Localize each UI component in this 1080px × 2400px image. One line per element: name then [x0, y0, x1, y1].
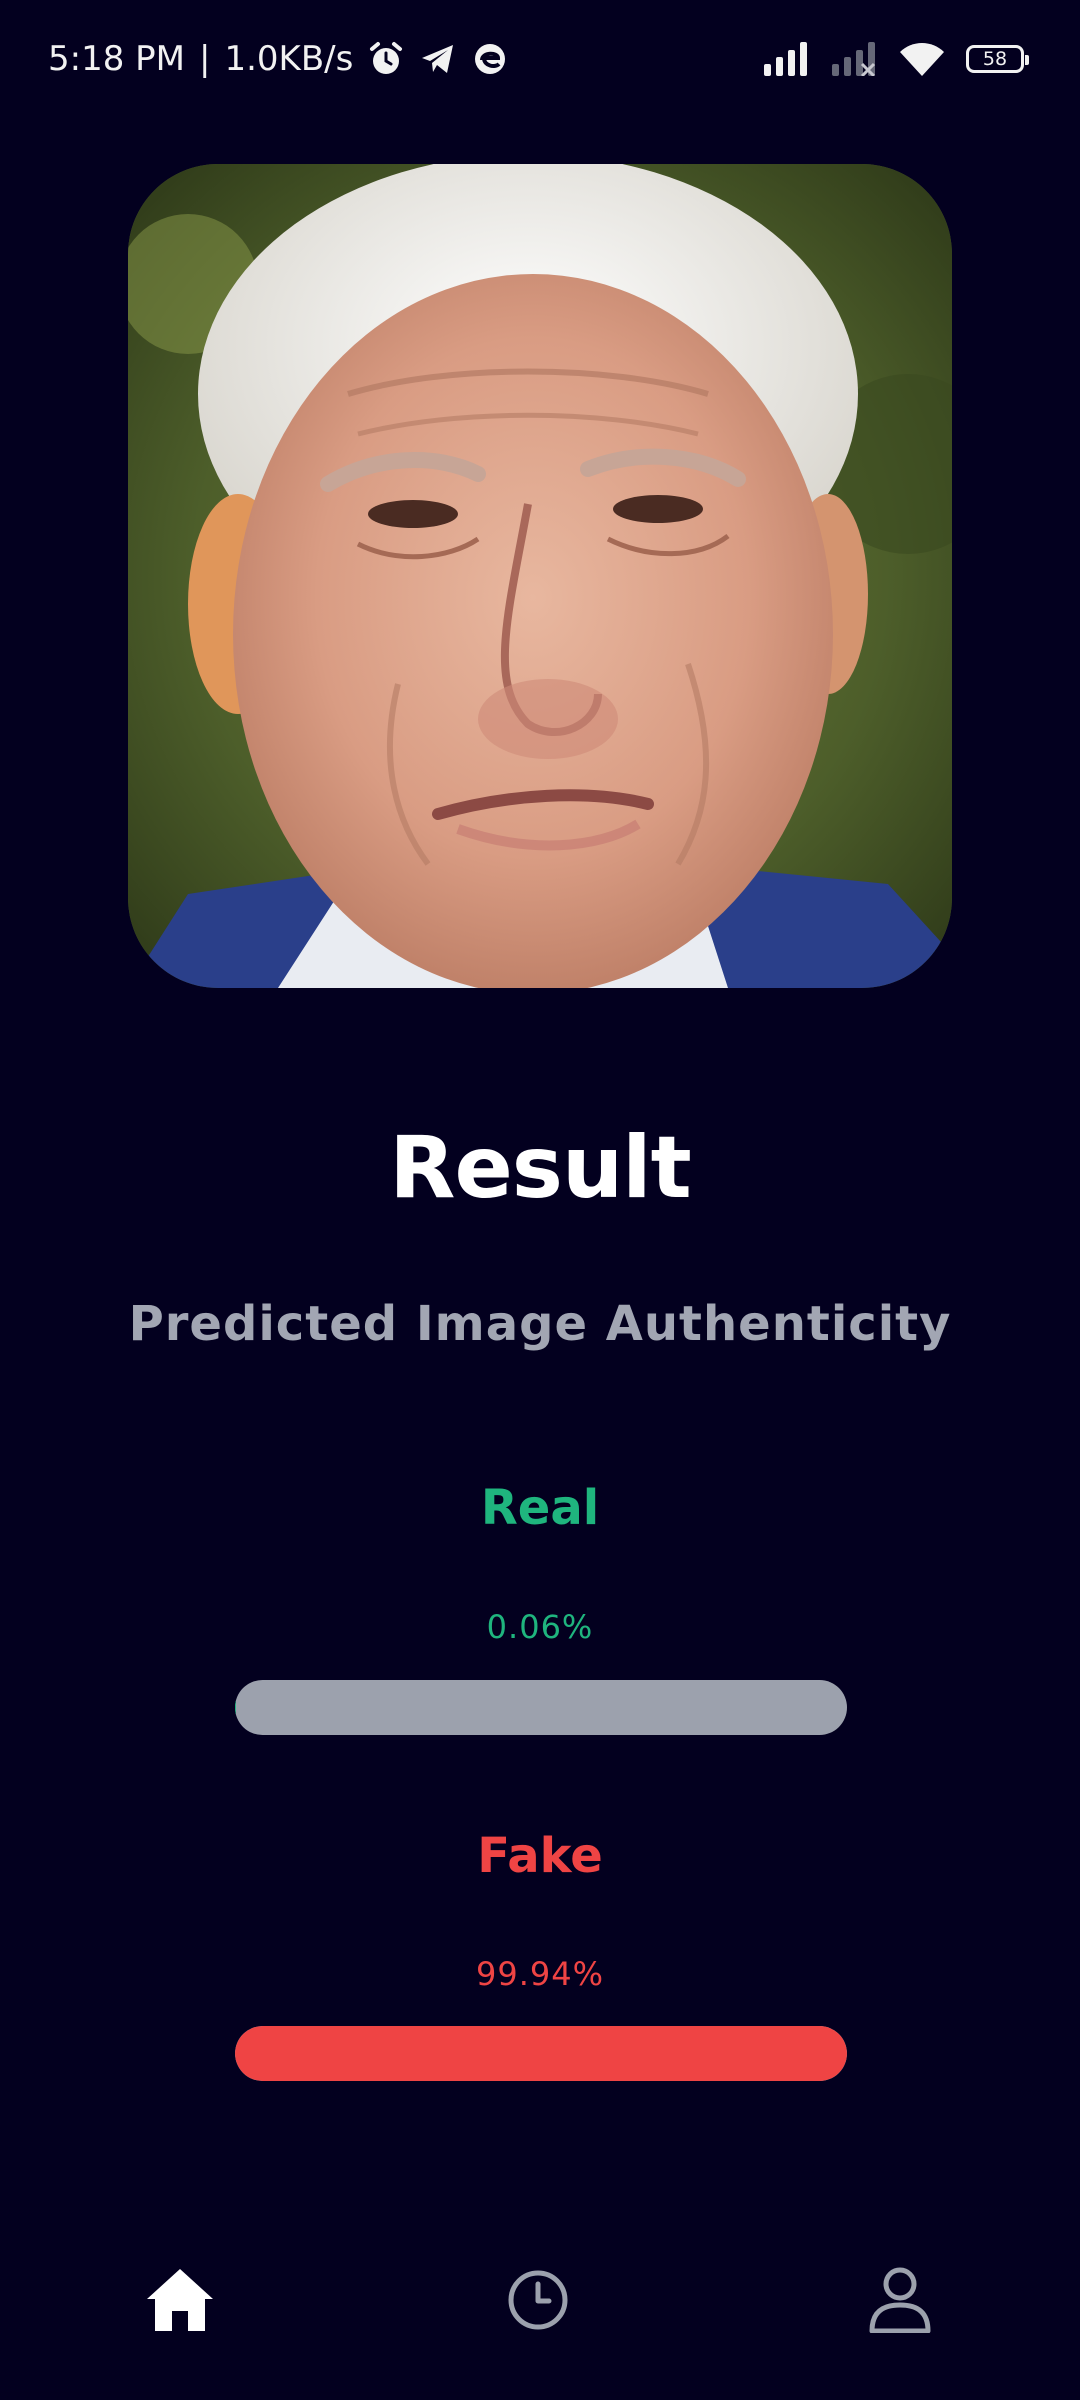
status-bar: 5:18 PM | 1.0KB/s 58 — [0, 0, 1080, 116]
real-label: Real — [480, 1480, 600, 1536]
net-speed: 1.0KB/s — [224, 39, 354, 79]
home-icon — [147, 2269, 213, 2331]
real-progress-bar — [235, 1680, 847, 1735]
fake-progress-fill — [235, 2026, 847, 2081]
signal-icon — [764, 42, 807, 76]
fake-progress-bar — [235, 2026, 847, 2081]
fake-percent: 99.94% — [475, 1955, 604, 1993]
nav-profile-button[interactable] — [840, 2240, 960, 2360]
status-left: 5:18 PM | 1.0KB/s — [48, 34, 509, 84]
page-subtitle: Predicted Image Authenticity — [128, 1296, 952, 1352]
wifi-icon — [900, 43, 944, 76]
real-percent: 0.06% — [486, 1608, 594, 1646]
fake-label: Fake — [477, 1828, 603, 1884]
portrait-photo — [128, 164, 952, 988]
analyzed-photo — [128, 164, 952, 988]
alarm-icon — [370, 42, 403, 74]
bottom-navigation — [0, 2240, 1080, 2360]
clock-icon — [508, 2270, 568, 2330]
telegram-icon — [422, 45, 454, 73]
status-separator: | — [199, 39, 211, 79]
status-time: 5:18 PM — [48, 39, 185, 79]
battery-indicator: 58 — [966, 45, 1029, 73]
edge-browser-icon — [475, 44, 506, 74]
nav-home-button[interactable] — [120, 2240, 240, 2360]
person-icon — [869, 2267, 931, 2333]
status-right: 58 — [764, 34, 1029, 84]
signal-weak-icon — [832, 42, 876, 76]
nav-history-button[interactable] — [478, 2240, 598, 2360]
battery-level: 58 — [982, 48, 1008, 70]
page-title: Result — [389, 1118, 692, 1218]
